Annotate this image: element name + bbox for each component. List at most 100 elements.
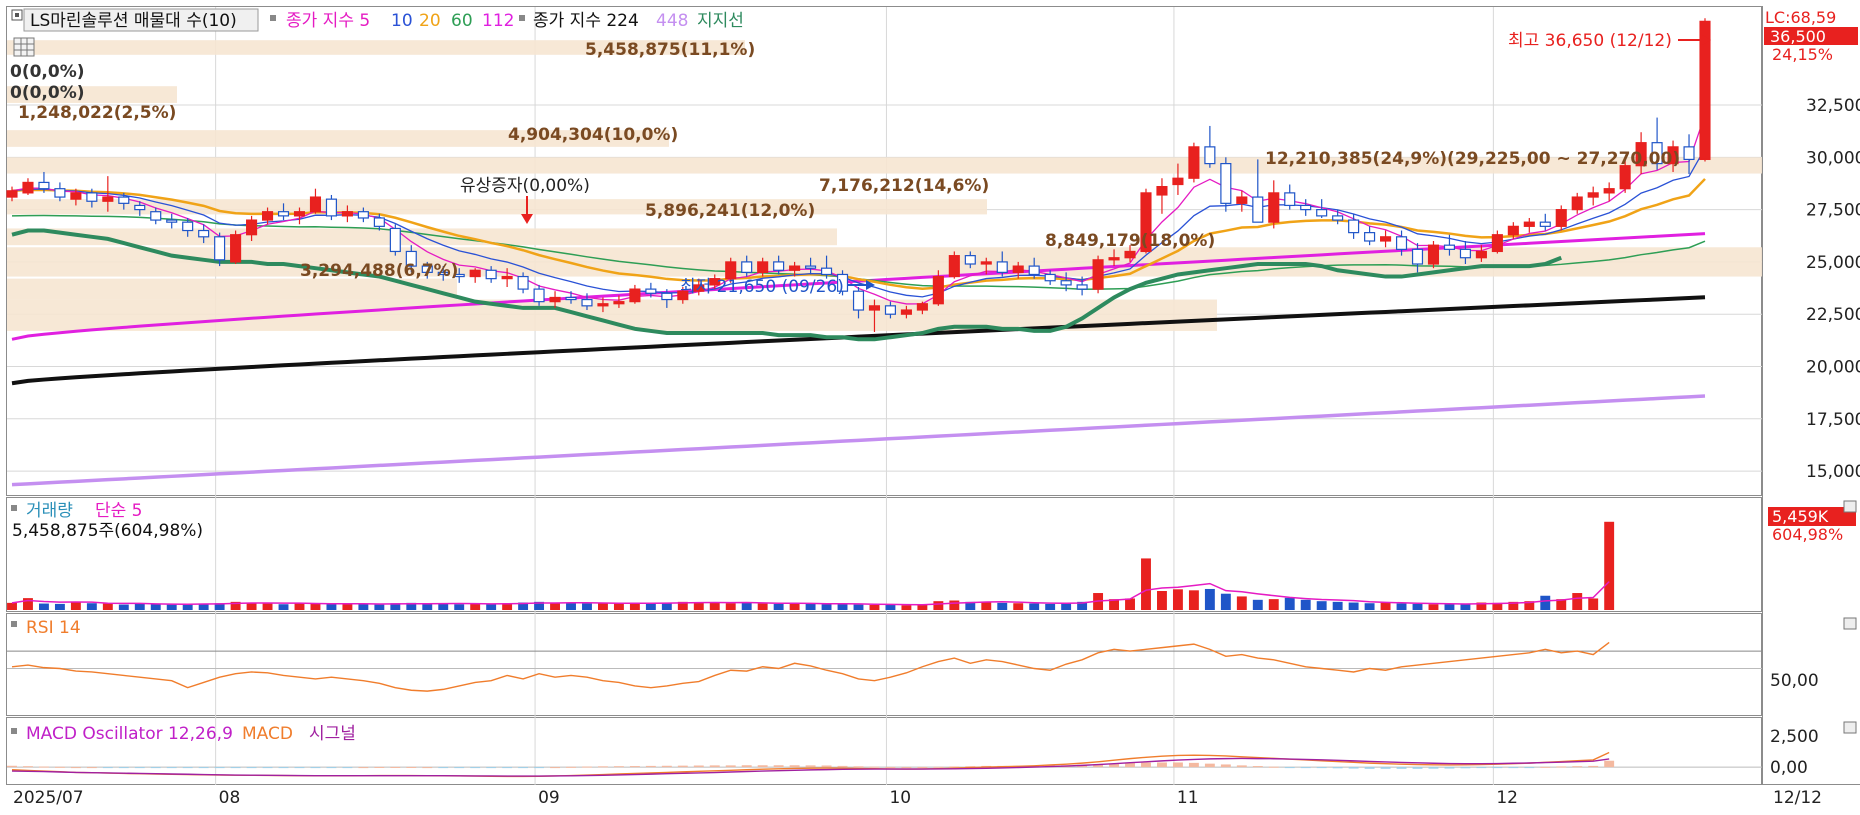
macd-osc-bar xyxy=(198,767,209,769)
volume-bar xyxy=(1157,591,1167,610)
candle-body xyxy=(1204,146,1216,165)
candle-body xyxy=(485,269,497,280)
price-tick-label: 17,500 xyxy=(1806,410,1860,430)
macd-osc-bar xyxy=(1540,766,1551,768)
macd-osc-bar xyxy=(1157,762,1167,768)
volume-bar xyxy=(901,605,912,610)
candle-body xyxy=(309,196,322,213)
macd-osc-bar xyxy=(374,766,385,768)
volume-bar xyxy=(1268,599,1279,610)
volume-bar xyxy=(885,604,896,610)
candle-body xyxy=(852,290,865,311)
candle-body xyxy=(325,198,337,217)
volume-bar xyxy=(1396,603,1407,610)
volume-bar xyxy=(837,603,848,610)
macd-osc-bar xyxy=(1268,766,1279,768)
candle-body xyxy=(1252,196,1264,223)
candle-body xyxy=(1348,219,1360,234)
macd-osc-bar xyxy=(1444,767,1455,769)
profile-label-5: 4,904,304(10,0%) xyxy=(508,125,678,145)
profile-label-6: 7,176,212(14,6%) xyxy=(819,176,989,196)
volume-bar xyxy=(997,602,1008,610)
macd-osc-bar xyxy=(1141,762,1151,768)
volume-bar xyxy=(1236,596,1247,610)
macd-osc-bar xyxy=(86,767,97,769)
volume-bar xyxy=(102,603,113,610)
volume-bar xyxy=(582,603,592,610)
rsi-level-label: 50,00 xyxy=(1770,671,1819,691)
volume-bar xyxy=(1013,603,1024,610)
candle-body xyxy=(661,292,673,301)
macd-osc-bar xyxy=(693,765,704,768)
candle-body xyxy=(1395,236,1408,250)
volume-bar xyxy=(661,603,672,610)
volume-bar xyxy=(1572,593,1583,610)
candle-body xyxy=(389,227,401,253)
macd-osc-bar xyxy=(1460,767,1471,769)
change-pct-label: 24,15% xyxy=(1772,45,1833,64)
volume-bar xyxy=(869,604,880,610)
calendar-icon[interactable] xyxy=(13,37,35,57)
macd-label: MACD xyxy=(242,724,293,744)
profile-label-8: 3,294,488(6,7%) xyxy=(300,261,458,281)
macd-osc-bar xyxy=(518,767,529,769)
candle-body xyxy=(1060,280,1072,286)
candle-body xyxy=(1172,177,1184,186)
date-tick-label: 10 xyxy=(889,788,911,808)
macd-osc-bar xyxy=(358,767,369,769)
candle-body xyxy=(1683,146,1695,161)
ma-legend-label: 종가 지수 5 xyxy=(286,11,370,31)
candle-body xyxy=(1571,196,1583,211)
volume-panel-close-icon[interactable] xyxy=(1843,500,1857,513)
macd-osc-bar xyxy=(214,767,225,769)
volume-bar xyxy=(1188,590,1199,610)
volume-bar xyxy=(1300,599,1311,610)
volume-bar xyxy=(1412,603,1423,610)
volume-bar xyxy=(949,600,960,610)
volume-bar xyxy=(86,603,97,610)
volume-profile-band xyxy=(7,278,457,300)
macd-osc-bar xyxy=(566,766,576,768)
legend-box-icon-dot xyxy=(15,13,19,17)
low-price-annotation: 최저 21,650 (09/26) xyxy=(680,277,844,297)
candle-body xyxy=(517,275,529,290)
candle-body xyxy=(118,196,130,204)
ma60-legend-label: 60 xyxy=(451,11,473,31)
candle-body xyxy=(22,181,34,194)
candle-body xyxy=(1427,244,1440,265)
date-tick-label: 09 xyxy=(538,788,560,808)
candle-body xyxy=(1411,248,1424,265)
volume-bar xyxy=(70,601,81,610)
price-tick-label: 32,500 xyxy=(1806,96,1860,116)
macd-osc-bar xyxy=(310,767,321,769)
macd-osc-bar xyxy=(598,766,608,768)
rsi-panel-dot xyxy=(11,621,17,627)
profile-label-2: 0(0,0%) xyxy=(10,62,85,82)
candle-body xyxy=(1236,196,1248,204)
rsi-panel-close-icon[interactable] xyxy=(1843,617,1857,630)
macd-osc-bar xyxy=(1572,766,1583,768)
macd-osc-bar xyxy=(118,767,129,769)
candle-body xyxy=(1491,234,1503,253)
volume-bar xyxy=(358,604,369,610)
ma448-legend-label: 448 xyxy=(656,11,688,31)
candle-body xyxy=(1268,192,1280,223)
macd-osc-bar xyxy=(837,765,848,768)
macd-osc-bar xyxy=(1300,767,1311,769)
macd-osc-bar xyxy=(166,767,177,769)
volume-bar xyxy=(1332,601,1343,610)
macd-panel-close-icon[interactable] xyxy=(1843,721,1857,734)
candle-body xyxy=(613,301,625,305)
candle-body xyxy=(1364,232,1376,242)
stock-chart-window: 15,000 17,500 20,000 22,500 25,000 27,500 30,0… xyxy=(0,0,1860,811)
candle-body xyxy=(964,255,976,265)
candle-body xyxy=(597,303,609,307)
macd-osc-bar xyxy=(550,767,560,769)
candle-body xyxy=(1220,162,1232,204)
volume-bar xyxy=(613,603,624,610)
price-tick-label: 30,000 xyxy=(1806,148,1860,168)
macd-osc-bar xyxy=(54,766,65,768)
candle-body xyxy=(214,236,226,261)
volume-readout: 5,458,875주(604,98%) xyxy=(12,521,203,541)
macd-osc-bar xyxy=(150,767,161,769)
